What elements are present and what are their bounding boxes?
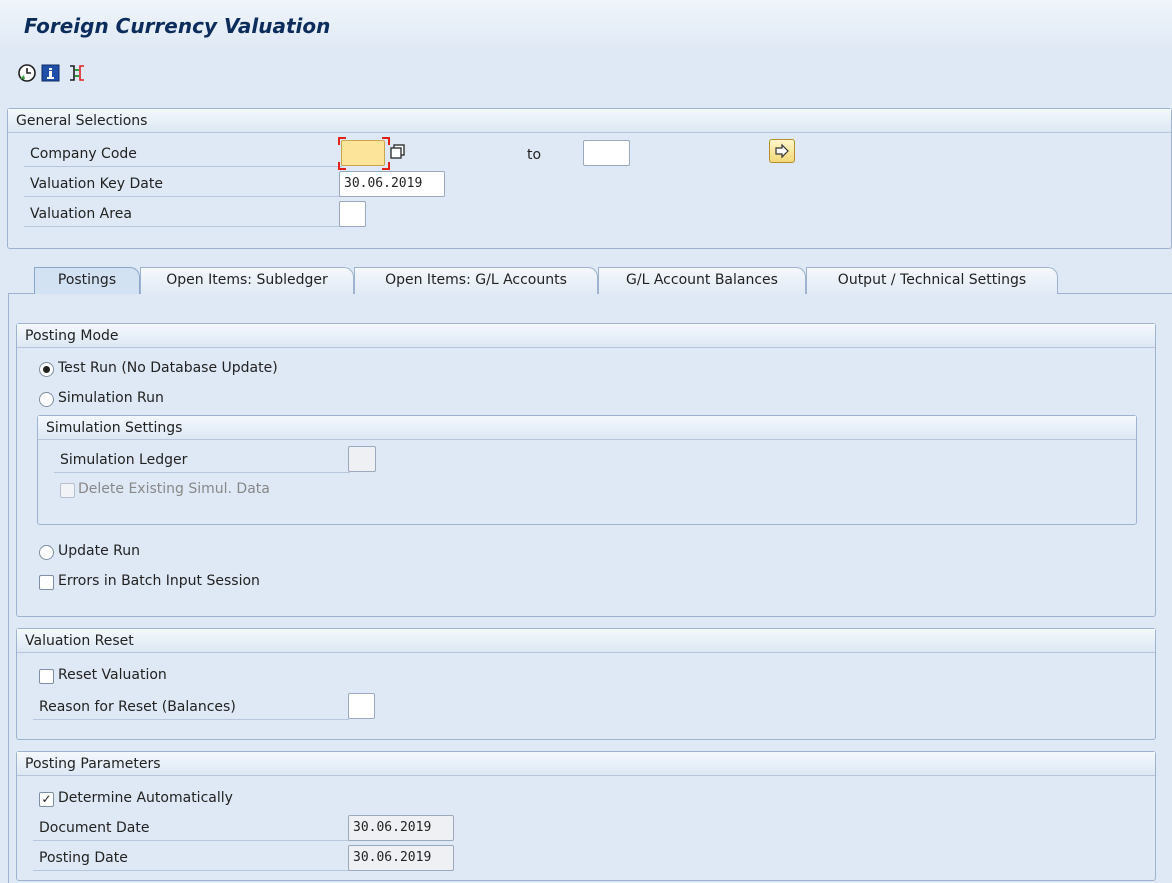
valuation-key-date-input[interactable]: 30.06.2019	[339, 171, 445, 197]
focus-corner	[382, 162, 390, 170]
tab-open-items-subledger[interactable]: Open Items: Subledger	[140, 267, 354, 294]
valuation-reset-header: Valuation Reset	[17, 629, 1155, 653]
determine-automatically-label: Determine Automatically	[58, 790, 233, 806]
reset-valuation-label: Reset Valuation	[58, 667, 167, 683]
delete-existing-simul-data-checkbox[interactable]	[60, 483, 75, 498]
valuation-key-date-label: Valuation Key Date	[24, 173, 342, 197]
valuation-reset-group: Valuation Reset Reset Valuation Reason f…	[16, 628, 1156, 740]
title-bar: Foreign Currency Valuation	[0, 0, 1172, 50]
posting-mode-group: Posting Mode Test Run (No Database Updat…	[16, 323, 1156, 617]
simulation-settings-group: Simulation Settings Simulation Ledger De…	[37, 415, 1137, 525]
update-run-radio[interactable]	[39, 545, 54, 560]
tab-postings[interactable]: Postings	[34, 267, 140, 294]
tab-strip: Postings Open Items: Subledger Open Item…	[8, 262, 1172, 294]
delete-existing-simul-data-label: Delete Existing Simul. Data	[78, 481, 270, 497]
to-label: to	[527, 147, 542, 163]
company-code-from-input[interactable]	[341, 140, 385, 166]
execute-clock-icon[interactable]	[16, 62, 38, 84]
general-selections-group: General Selections Company Code to Valua…	[7, 108, 1172, 249]
selection-options-icon[interactable]	[66, 62, 88, 84]
tab-output-technical-settings[interactable]: Output / Technical Settings	[806, 267, 1058, 294]
reason-for-reset-label: Reason for Reset (Balances)	[33, 696, 349, 720]
multiple-selection-button[interactable]	[769, 139, 795, 163]
focus-corner	[338, 137, 346, 145]
errors-batch-input-label: Errors in Batch Input Session	[58, 573, 260, 589]
general-selections-header: General Selections	[8, 109, 1171, 133]
company-code-to-input[interactable]	[583, 140, 630, 166]
page-title: Foreign Currency Valuation	[24, 14, 331, 38]
info-icon[interactable]	[40, 62, 62, 84]
posting-date-input[interactable]: 30.06.2019	[348, 845, 454, 871]
tab-open-items-gl-accounts[interactable]: Open Items: G/L Accounts	[354, 267, 598, 294]
document-date-input[interactable]: 30.06.2019	[348, 815, 454, 841]
posting-mode-header: Posting Mode	[17, 324, 1155, 348]
arrow-right-icon	[775, 143, 789, 159]
valuation-area-label: Valuation Area	[24, 203, 342, 227]
valuation-area-input[interactable]	[339, 201, 366, 227]
posting-parameters-header: Posting Parameters	[17, 752, 1155, 776]
reason-for-reset-input[interactable]	[348, 693, 375, 719]
document-date-label: Document Date	[33, 817, 349, 841]
application-toolbar	[0, 52, 1172, 96]
posting-date-label: Posting Date	[33, 847, 349, 871]
company-code-label: Company Code	[24, 143, 342, 167]
tab-gl-account-balances[interactable]: G/L Account Balances	[598, 267, 806, 294]
update-run-label: Update Run	[58, 543, 140, 559]
test-run-radio[interactable]	[39, 362, 54, 377]
focus-corner	[338, 162, 346, 170]
simulation-ledger-input[interactable]	[348, 446, 376, 472]
simulation-settings-header: Simulation Settings	[38, 416, 1136, 440]
posting-parameters-group: Posting Parameters ✓ Determine Automatic…	[16, 751, 1156, 881]
test-run-label: Test Run (No Database Update)	[58, 360, 278, 376]
simulation-run-radio[interactable]	[39, 392, 54, 407]
multiple-selection-icon[interactable]	[389, 143, 407, 161]
reset-valuation-checkbox[interactable]	[39, 669, 54, 684]
simulation-run-label: Simulation Run	[58, 390, 164, 406]
determine-automatically-checkbox[interactable]: ✓	[39, 792, 54, 807]
errors-batch-input-checkbox[interactable]	[39, 575, 54, 590]
simulation-ledger-label: Simulation Ledger	[54, 449, 350, 473]
